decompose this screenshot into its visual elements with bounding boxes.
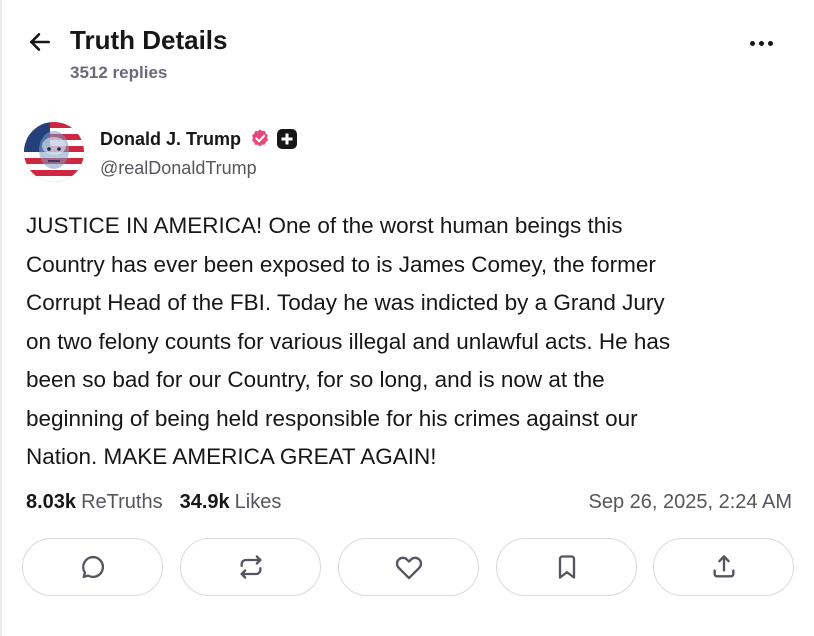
- likes-count[interactable]: 34.9k: [180, 491, 230, 514]
- more-dot: [758, 40, 764, 46]
- post-line: JUSTICE IN AMERICA! One of the worst hum…: [26, 213, 623, 238]
- reply-button[interactable]: [22, 538, 163, 596]
- share-icon: [713, 555, 734, 578]
- more-horizontal-icon: [749, 40, 755, 46]
- retruths-count[interactable]: 8.03k: [26, 491, 76, 514]
- bookmark-icon: [558, 555, 575, 579]
- action-bar: [22, 538, 796, 598]
- heart-icon: [395, 556, 422, 580]
- post-line: Nation. MAKE AMERICA GREAT AGAIN!: [26, 444, 437, 469]
- post-line: Corrupt Head of the FBI. Today he was in…: [26, 290, 665, 315]
- page-title: Truth Details: [70, 25, 228, 55]
- post-line: beginning of being held responsible for …: [26, 405, 638, 431]
- plus-badge-icon: [277, 129, 298, 149]
- post-line: on two felony counts for various illegal…: [26, 328, 671, 354]
- avatar[interactable]: [24, 122, 84, 182]
- truth-details-page: Truth Details 3512 replies Donald J. Tru…: [0, 0, 814, 636]
- author-handle[interactable]: @realDonaldTrump: [100, 156, 257, 180]
- author-name-row: Donald J. Trump: [100, 126, 298, 152]
- post-body: JUSTICE IN AMERICA! One of the worst hum…: [26, 207, 791, 477]
- retruths-label[interactable]: ReTruths: [81, 491, 163, 514]
- share-button[interactable]: [653, 538, 794, 596]
- likes-label[interactable]: Likes: [235, 491, 282, 514]
- back-button[interactable]: [24, 26, 56, 58]
- author-name[interactable]: Donald J. Trump: [100, 127, 241, 151]
- like-button[interactable]: [338, 538, 479, 596]
- avatar-image: [24, 122, 84, 182]
- replies-count: 3512 replies: [70, 63, 168, 82]
- header: Truth Details 3512 replies: [0, 0, 814, 100]
- retruth-icon: [240, 555, 261, 579]
- post-line: Country has ever been exposed to is Jame…: [26, 251, 656, 277]
- more-options-button[interactable]: [744, 30, 778, 56]
- post-line: been so bad for our Country, for so long…: [26, 367, 605, 392]
- more-dot: [767, 40, 773, 46]
- reply-bubble-icon: [81, 555, 104, 579]
- post-timestamp: Sep 26, 2025, 2:24 AM: [588, 490, 793, 513]
- bookmark-button[interactable]: [496, 538, 637, 596]
- retruth-button[interactable]: [180, 538, 321, 596]
- arrow-left-icon: [30, 33, 50, 51]
- post-stats: 8.03k ReTruths 34.9k Likes: [26, 487, 281, 517]
- verified-badge-icon: [252, 129, 268, 147]
